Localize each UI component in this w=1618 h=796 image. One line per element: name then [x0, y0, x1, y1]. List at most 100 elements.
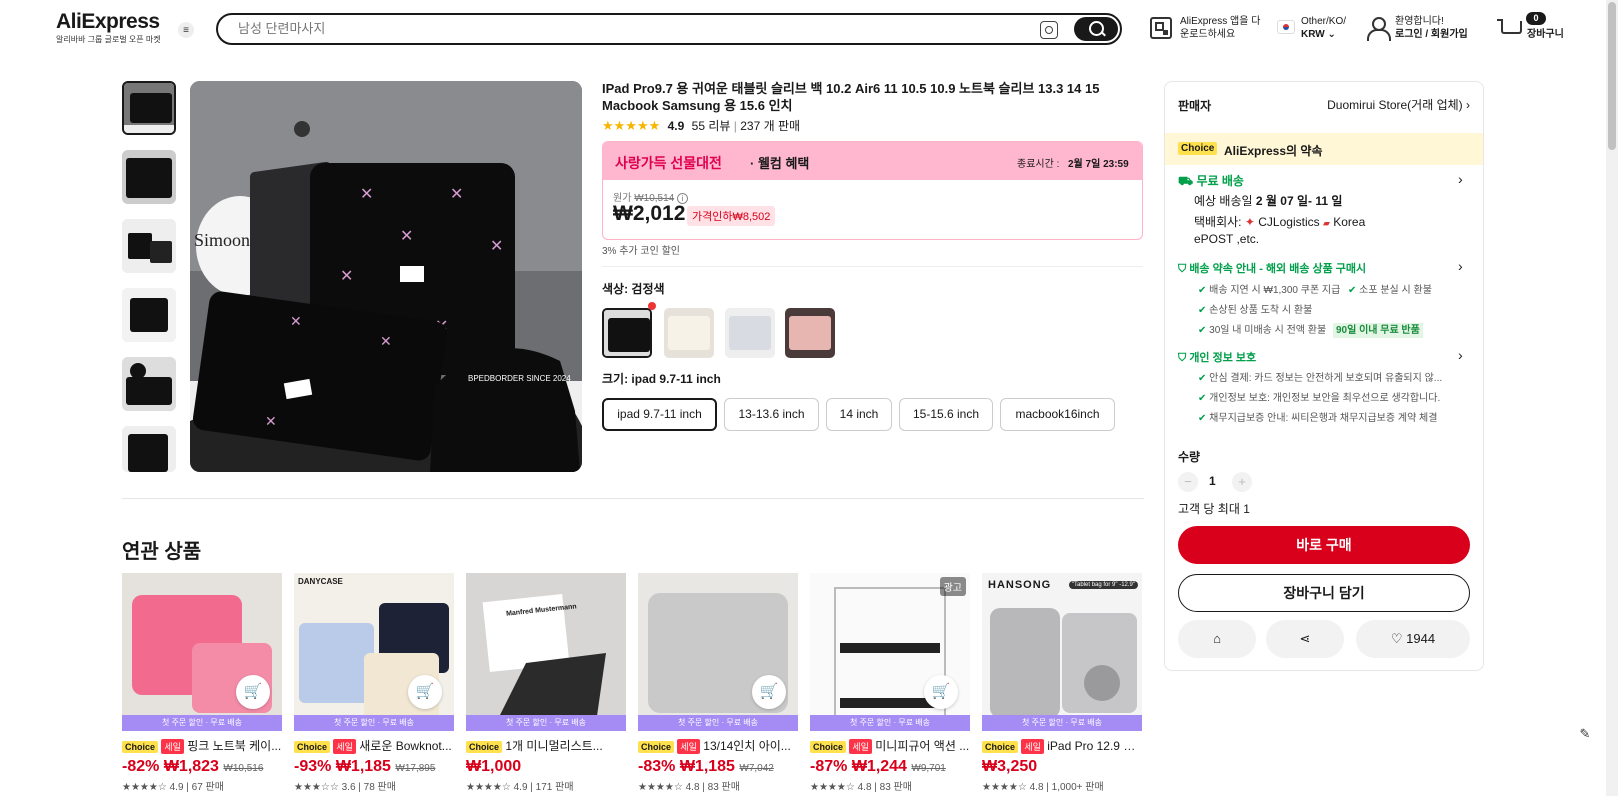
- search-bar: [216, 13, 1122, 45]
- old-price: ₩17,895: [395, 763, 436, 775]
- scrollbar-thumb[interactable]: [1608, 2, 1616, 150]
- free-shipping-row[interactable]: ⛟ 무료 배송: [1178, 172, 1244, 190]
- wishlist-button[interactable]: ♡ 1944: [1356, 620, 1470, 658]
- add-to-cart-icon[interactable]: 🛒: [924, 675, 958, 709]
- sold-count: 237 개 판매: [740, 119, 801, 133]
- size-option-4[interactable]: 15-15.6 inch: [899, 398, 993, 431]
- promo-end-time: 2월 7일 23:59: [1068, 159, 1129, 170]
- related-product-card[interactable]: 🛒 첫 주문 할인 · 무료 배송 Choice 세일 핑크 노트북 케이...…: [122, 573, 282, 793]
- related-product-card[interactable]: 🛒 첫 주문 할인 · 무료 배송 Choice 세일 13/14인치 아이..…: [638, 573, 798, 793]
- app-download-link[interactable]: AliExpress 앱을 다 운로드하세요: [1180, 15, 1260, 41]
- card-title: Choice 1개 미니멀리스트...: [466, 737, 626, 754]
- cap-text: BPEDBORDER SINCE 2024: [468, 374, 571, 383]
- related-product-card[interactable]: Manfred Mustermann 첫 주문 할인 · 무료 배송 Choic…: [466, 573, 626, 793]
- delivery-guarantee-row[interactable]: ⛉ 배송 약속 안내 - 해외 배송 상품 구매시: [1178, 260, 1366, 276]
- user-icon[interactable]: [1367, 17, 1391, 41]
- chevron-right-icon[interactable]: ›: [1458, 258, 1463, 274]
- logo-subtitle: 알리바바 그룹 글로벌 오픈 마켓: [56, 35, 161, 44]
- seller-name[interactable]: Duomirui Store(거래 업체) ›: [1322, 96, 1470, 113]
- sale-badge: 세일: [1021, 739, 1044, 755]
- courier-label: 택배회사:: [1194, 215, 1242, 229]
- swatch-image: [785, 308, 835, 358]
- locale-selector[interactable]: Other/KO/ KRW ⌄: [1301, 15, 1346, 41]
- size-label: 크기: ipad 9.7-11 inch: [602, 372, 721, 386]
- product-image: HANSONG "Tablet bag for 9" -12.9" 첫 주문 할…: [982, 573, 1142, 731]
- related-product-card[interactable]: HANSONG "Tablet bag for 9" -12.9" 첫 주문 할…: [982, 573, 1142, 793]
- main-product-image[interactable]: Simoon ✕✕ ✕✕ ✕✕ ✕✕✕ BPEDBORDER SINCE 202…: [190, 81, 582, 472]
- camera-search-icon[interactable]: [1040, 21, 1058, 39]
- chevron-right-icon[interactable]: ›: [1458, 347, 1463, 363]
- color-swatch-white[interactable]: [664, 308, 714, 358]
- scrollbar[interactable]: [1606, 0, 1618, 796]
- card-rating: ★★★☆☆ 3.6 | 78 판매: [294, 782, 396, 794]
- shield-check-icon: ⛉: [1178, 352, 1187, 364]
- aliexpress-logo[interactable]: AliExpress: [56, 10, 160, 34]
- promo-benefit: · 웰컴 혜택: [750, 156, 810, 171]
- promo-strip: 첫 주문 할인 · 무료 배송: [122, 715, 282, 731]
- product-name: 미니피규어 액션 ...: [875, 739, 970, 753]
- thumbnail-4[interactable]: [122, 288, 176, 342]
- add-to-cart-button[interactable]: 장바구니 담기: [1178, 574, 1470, 612]
- card-title: Choice 세일 핑크 노트북 케이...: [122, 737, 282, 755]
- quantity-value[interactable]: 1: [1209, 474, 1216, 488]
- size-option-5[interactable]: macbook16inch: [1000, 398, 1115, 431]
- size-option-2[interactable]: 13-13.6 inch: [724, 398, 819, 431]
- store-button[interactable]: ⌂: [1178, 620, 1256, 658]
- edit-icon[interactable]: ✎: [1574, 723, 1596, 745]
- price: ₩1,185: [679, 758, 735, 776]
- buy-now-button[interactable]: 바로 구매: [1178, 526, 1470, 564]
- product-name: 13/14인치 아이...: [703, 739, 791, 753]
- reviews-link[interactable]: 55 리뷰: [692, 119, 731, 133]
- color-swatch-grey[interactable]: [725, 308, 775, 358]
- add-to-cart-icon[interactable]: 🛒: [752, 675, 786, 709]
- search-input[interactable]: [238, 21, 998, 36]
- color-swatch-pink[interactable]: [785, 308, 835, 358]
- discount-percent: -83%: [638, 758, 676, 776]
- size-option-1[interactable]: ipad 9.7-11 inch: [602, 398, 717, 431]
- login-signup-link[interactable]: 로그인 / 회원가입: [1395, 28, 1468, 41]
- wishlist-count: 1944: [1406, 631, 1436, 646]
- swatch-image: [664, 308, 714, 358]
- size-option-3[interactable]: 14 inch: [826, 398, 892, 431]
- cart-label[interactable]: 장바구니: [1527, 28, 1564, 41]
- menu-icon[interactable]: ≡: [178, 22, 194, 38]
- promo-strip: 첫 주문 할인 · 무료 배송: [810, 715, 970, 731]
- related-product-card[interactable]: 광고 🛒 첫 주문 할인 · 무료 배송 Choice 세일 미니피규어 액션 …: [810, 573, 970, 793]
- product-image: Manfred Mustermann 첫 주문 할인 · 무료 배송: [466, 573, 626, 731]
- quantity-increase-button[interactable]: +: [1232, 472, 1252, 492]
- promo-banner: 사랑가득 선물대전 · 웰컴 혜택 종료시간 : 2월 7일 23:59: [603, 142, 1142, 180]
- card-tag-text: "Tablet bag for 9" -12.9": [1068, 581, 1138, 589]
- price: ₩1,244: [851, 758, 907, 776]
- privacy-row[interactable]: ⛉ 개인 정보 보호: [1178, 349, 1256, 365]
- related-product-card[interactable]: DANYCASE 🛒 첫 주문 할인 · 무료 배송 Choice 세일 새로운…: [294, 573, 454, 793]
- svg-text:✕: ✕: [265, 413, 277, 429]
- svg-text:✕: ✕: [400, 228, 413, 245]
- privacy-text: 안심 결제: 카드 정보는 안전하게 보호되며 유출되지 않...: [1209, 373, 1443, 384]
- courier-etc: ePOST ,etc.: [1194, 232, 1260, 246]
- guarantee-item-4: ✔ 30일 내 미배송 시 전액 환불 90일 이내 무료 반품: [1198, 321, 1423, 338]
- share-button[interactable]: ⋖: [1266, 620, 1344, 658]
- color-swatch-black[interactable]: [602, 308, 652, 358]
- quantity-decrease-button[interactable]: −: [1178, 472, 1198, 492]
- account-menu[interactable]: 환영합니다! 로그인 / 회원가입: [1395, 15, 1468, 41]
- thumbnail-5[interactable]: [122, 357, 176, 411]
- search-button[interactable]: [1074, 17, 1118, 41]
- add-to-cart-icon[interactable]: 🛒: [236, 675, 270, 709]
- header: AliExpress 알리바바 그룹 글로벌 오픈 마켓 ≡ AliExpres…: [0, 0, 1618, 62]
- korea-flag-icon: [1278, 21, 1294, 33]
- svg-text:✕: ✕: [290, 313, 302, 329]
- thumbnail-2[interactable]: [122, 150, 176, 204]
- thumbnail-3[interactable]: [122, 219, 176, 273]
- product-name: 1개 미니멀리스트...: [505, 739, 603, 753]
- thumbnail-6[interactable]: [122, 426, 176, 472]
- card-title: Choice 세일 미니피규어 액션 ...: [810, 737, 970, 755]
- cj-logo-icon: ✦: [1244, 215, 1255, 229]
- guarantee-text: 소포 분실 시 환불: [1359, 285, 1432, 296]
- guarantee-text: 배송 지연 시 ₩1,300 쿠폰 지급: [1209, 285, 1341, 296]
- qr-code-icon[interactable]: [1150, 17, 1172, 39]
- thumbnail-1[interactable]: [122, 81, 176, 135]
- add-to-cart-icon[interactable]: 🛒: [408, 675, 442, 709]
- est-label: 예상 배송일: [1194, 194, 1253, 208]
- cart-icon[interactable]: [1497, 18, 1522, 38]
- chevron-right-icon[interactable]: ›: [1458, 171, 1463, 187]
